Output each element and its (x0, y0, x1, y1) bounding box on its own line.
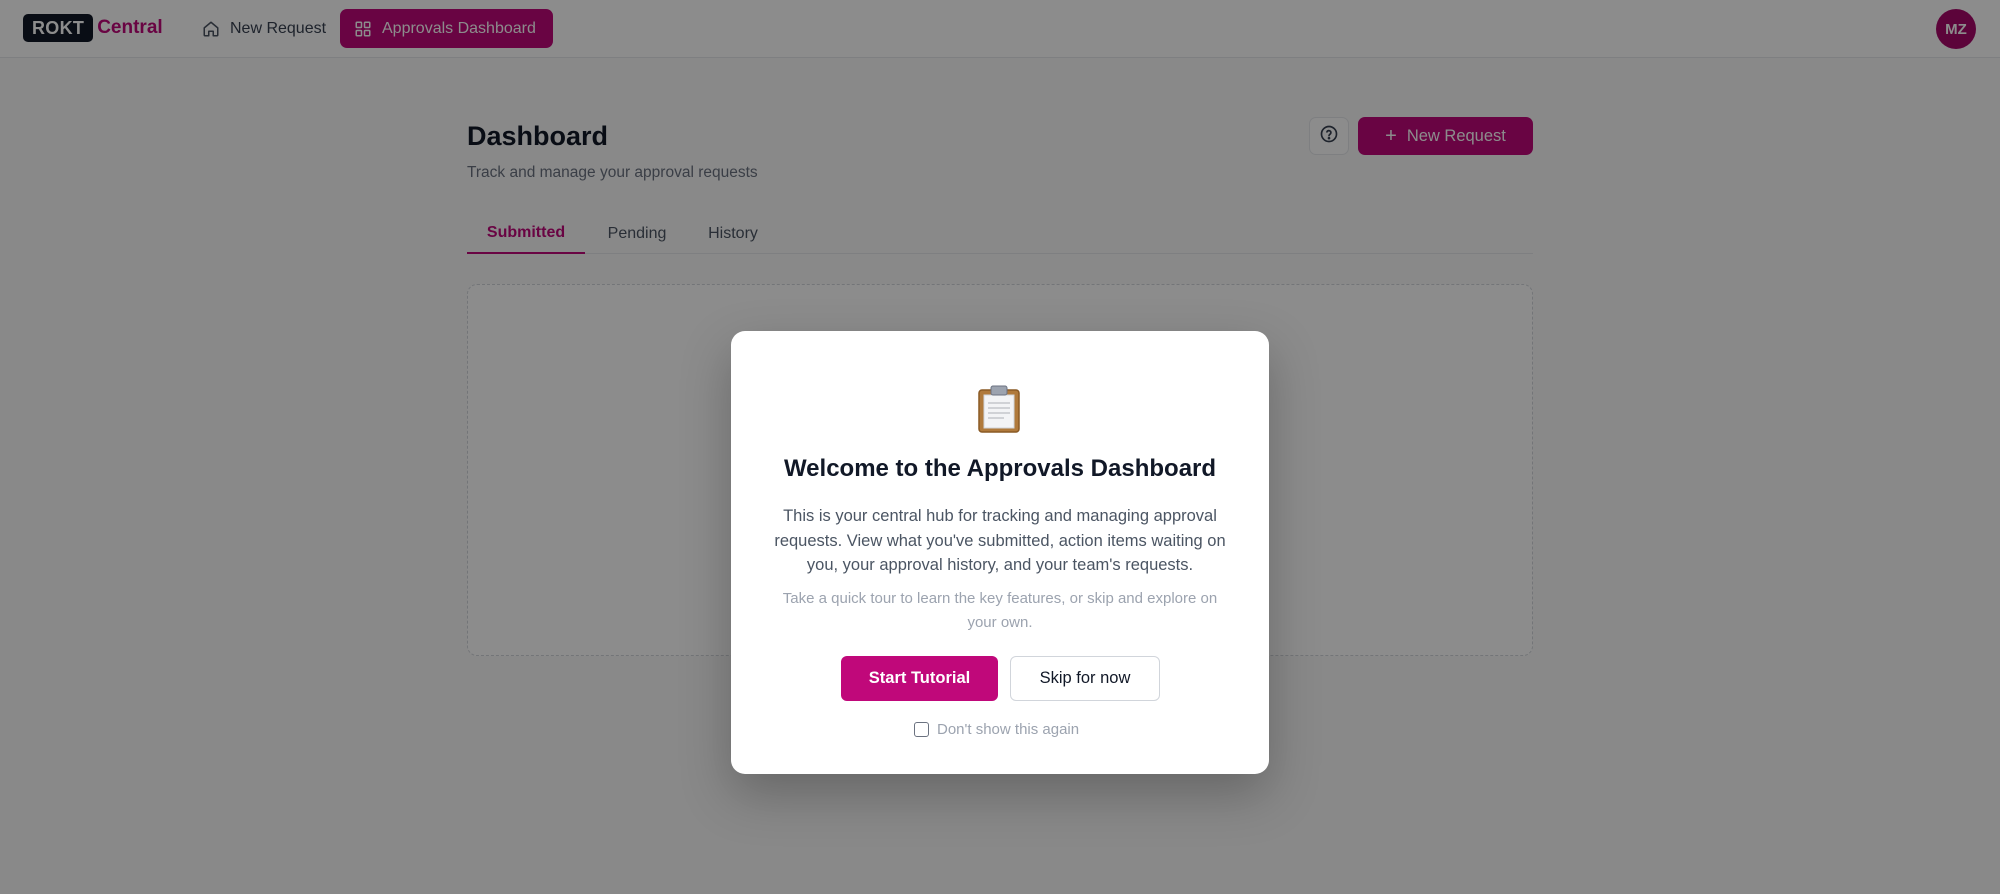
dont-show-checkbox[interactable] (914, 722, 929, 737)
welcome-modal: Welcome to the Approvals Dashboard This … (731, 331, 1269, 774)
dont-show-label: Don't show this again (937, 721, 1080, 738)
modal-hint: Take a quick tour to learn the key featu… (782, 590, 1218, 631)
clipboard-icon (976, 384, 1022, 434)
modal-title: Welcome to the Approvals Dashboard (783, 455, 1217, 482)
start-tutorial-button[interactable]: Start Tutorial (841, 656, 998, 701)
skip-button[interactable]: Skip for now (1010, 656, 1160, 701)
modal-description: This is your central hub for tracking an… (774, 507, 1226, 574)
dont-show-again-option[interactable]: Don't show this again (914, 721, 1079, 738)
